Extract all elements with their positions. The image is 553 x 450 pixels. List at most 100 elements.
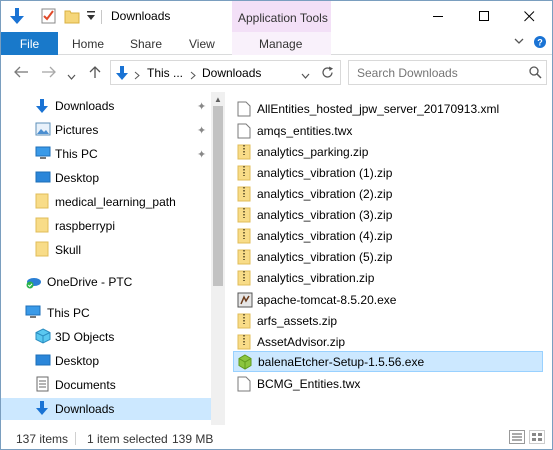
window-title: Downloads [111,9,171,23]
file-row[interactable]: analytics_vibration (4).zip [233,225,543,246]
nav-item-downloads[interactable]: Downloads [1,398,211,420]
back-arrow-icon[interactable] [13,65,29,83]
nav-item-medical-learning-path[interactable]: medical_learning_path [1,191,211,213]
expand-ribbon-icon[interactable] [514,36,524,48]
selection-count: 1 item selected [87,432,168,446]
search-input[interactable] [349,61,524,84]
ribbon-tabs: File Home Share View Manage ? [1,32,552,55]
nav-label: 3D Objects [55,330,115,344]
title-bar: Downloads Application Tools [1,1,552,33]
address-dropdown-icon[interactable] [301,69,310,83]
maximize-button[interactable] [461,1,507,32]
properties-check-icon[interactable] [41,7,57,28]
folder-icon [35,217,49,236]
tab-share[interactable]: Share [130,37,162,51]
nav-label: Desktop [55,171,100,185]
tab-file[interactable]: File [1,32,58,55]
minimize-button[interactable] [415,1,461,32]
application-tools-label: Application Tools [238,11,328,25]
nav-label: Documents [55,378,116,392]
file-name: AssetAdvisor.zip [257,334,346,349]
pin-icon: ✦ [197,125,207,137]
file-list: AllEntities_hosted_jpw_server_20170913.x… [229,92,552,425]
nav-label: Skull [55,243,82,257]
refresh-icon[interactable] [321,66,334,82]
search-icon[interactable] [529,66,542,82]
nav-item-pictures[interactable]: Pictures ✦ [1,119,211,141]
tab-home[interactable]: Home [72,37,104,51]
nav-label: medical_learning_path [55,195,176,209]
file-row[interactable]: analytics_vibration (1).zip [233,162,543,183]
file-row[interactable]: analytics_parking.zip [233,141,543,162]
new-folder-icon[interactable] [64,7,80,28]
nav-item-this-pc-quick[interactable]: This PC ✦ [1,143,211,165]
desktop-icon [35,170,51,187]
file-row[interactable]: arfs_assets.zip [233,310,543,331]
file-row[interactable]: AssetAdvisor.zip [233,331,543,352]
computer-icon [35,146,51,163]
file-row[interactable]: amqs_entities.twx [233,120,543,141]
selection-size: 139 MB [172,432,214,446]
zip-folder-icon [237,228,251,244]
tab-view[interactable]: View [189,37,215,51]
breadcrumb-downloads[interactable]: Downloads [202,66,261,80]
file-row[interactable]: analytics_vibration.zip [233,267,543,288]
xml-file-icon [237,101,251,117]
breadcrumb-chevron-icon[interactable] [190,69,196,83]
file-row[interactable]: BCMG_Entities.twx [233,373,543,394]
nav-scroll-thumb[interactable] [213,106,223,286]
download-arrow-icon [35,98,49,114]
large-icons-view-icon[interactable] [529,430,545,444]
computer-icon [25,305,41,322]
file-name: analytics_vibration (5).zip [257,249,393,264]
minimize-icon [432,16,443,17]
file-row[interactable]: analytics_vibration (2).zip [233,183,543,204]
file-row[interactable]: analytics_vibration (5).zip [233,246,543,267]
pictures-icon [35,122,51,139]
nav-label: Downloads [55,402,115,416]
nav-item-downloads-quick[interactable]: Downloads ✦ [1,95,211,117]
nav-label: Pictures [55,123,99,137]
nav-item-raspberrypi[interactable]: raspberrypi [1,215,211,237]
scroll-up-icon[interactable]: ▲ [214,95,222,104]
navigation-pane: Downloads ✦ Pictures ✦ This PC ✦ Desktop [1,92,225,425]
folder-icon [35,193,49,212]
contextual-tab-group: Application Tools [232,1,331,33]
nav-label: Downloads [55,99,115,113]
nav-item-desktop-quick[interactable]: Desktop [1,167,211,189]
up-arrow-icon[interactable] [88,65,102,83]
nav-label: raspberrypi [55,219,116,233]
address-bar[interactable]: This ... Downloads [110,60,341,85]
item-count: 137 items [16,432,69,446]
nav-item-3d-objects[interactable]: 3D Objects [1,326,211,348]
nav-item-this-pc[interactable]: This PC [1,302,211,324]
file-name: analytics_parking.zip [257,144,369,159]
file-name: apache-tomcat-8.5.20.exe [257,292,397,307]
title-separator [101,10,102,24]
status-bar: 137 items 1 item selected 139 MB [1,425,552,449]
nav-item-skull[interactable]: Skull [1,239,211,261]
breadcrumb-chevron-icon[interactable] [134,69,140,83]
breadcrumb-this-pc[interactable]: This ... [147,66,183,80]
nav-scrollbar[interactable]: ▲ [211,92,225,425]
forward-arrow-icon[interactable] [41,65,57,83]
file-row[interactable]: AllEntities_hosted_jpw_server_20170913.x… [233,98,543,119]
file-row[interactable]: apache-tomcat-8.5.20.exe [233,289,543,310]
location-icon [115,65,129,84]
file-row[interactable]: analytics_vibration (3).zip [233,204,543,225]
nav-item-onedrive[interactable]: OneDrive - PTC [1,271,211,293]
document-file-icon [237,376,251,392]
status-separator [75,432,76,445]
close-button[interactable] [506,1,552,32]
pin-icon: ✦ [197,149,207,161]
customize-dropdown-icon[interactable] [86,10,96,25]
nav-item-desktop[interactable]: Desktop [1,350,211,372]
explorer-window: Downloads Application Tools File Home Sh… [0,0,553,450]
file-row-selected[interactable]: balenaEtcher-Setup-1.5.56.exe [233,351,543,372]
details-view-icon[interactable] [509,430,525,444]
help-icon[interactable]: ? [533,35,547,52]
tab-manage[interactable]: Manage [259,37,302,51]
nav-item-documents[interactable]: Documents [1,374,211,396]
down-arrow-icon[interactable] [9,7,25,28]
recent-locations-icon[interactable] [67,68,76,85]
